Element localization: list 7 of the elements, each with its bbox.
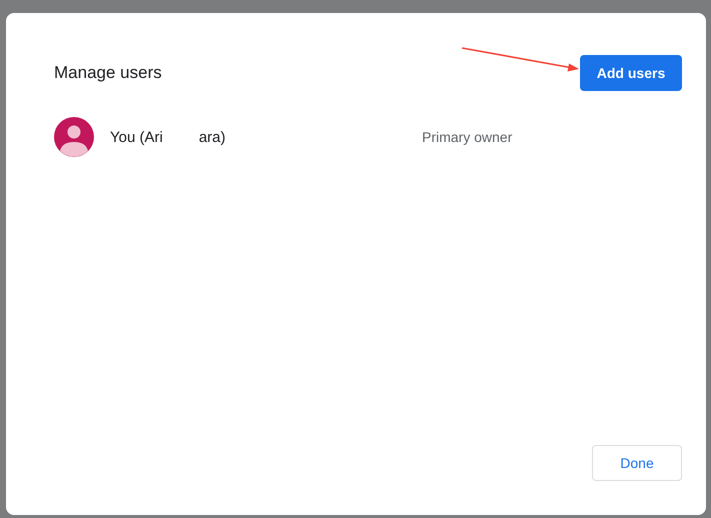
avatar-icon [54, 117, 94, 157]
dialog-title: Manage users [54, 63, 162, 83]
user-role: Primary owner [422, 129, 512, 145]
done-button[interactable]: Done [592, 445, 682, 481]
user-name: ara) [198, 128, 226, 146]
user-name: You (Ari [110, 128, 163, 146]
add-users-button[interactable]: Add users [580, 55, 682, 91]
